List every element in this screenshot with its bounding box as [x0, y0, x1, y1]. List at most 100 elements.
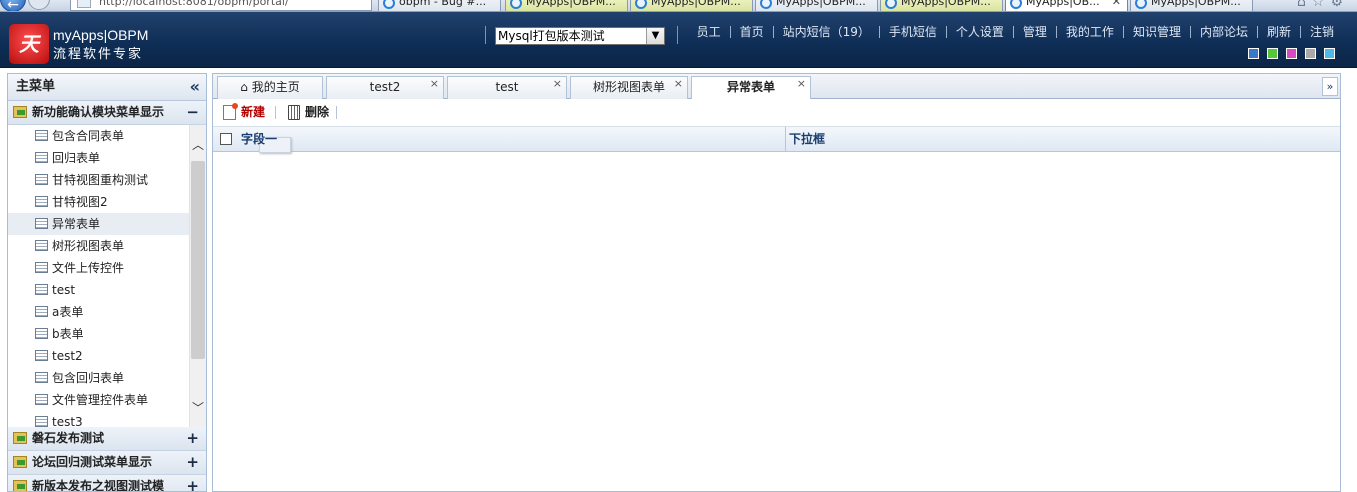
menu-item[interactable]: test2 [8, 345, 206, 367]
address-bar[interactable]: http://localhost:8081/obpm/portal/ [70, 0, 372, 11]
grid-body [213, 152, 1340, 491]
divider [677, 26, 678, 44]
nav-personal-settings[interactable]: 个人设置 [947, 24, 1013, 40]
tab-exception-form[interactable]: 异常表单 × [691, 76, 811, 100]
menu-item-active[interactable]: 异常表单 [8, 213, 206, 235]
close-tab-icon[interactable]: × [797, 77, 806, 94]
browser-tab[interactable]: MyApps|OBPM... [505, 0, 628, 11]
tab-test2[interactable]: test2 × [326, 76, 444, 99]
nav-knowledge[interactable]: 知识管理 [1124, 24, 1190, 40]
menu-item[interactable]: 包含回归表单 [8, 367, 206, 389]
menu-item[interactable]: 树形视图表单 [8, 235, 206, 257]
menu-section-header[interactable]: 新版本发布之视图测试模 + [8, 475, 206, 492]
browser-tab-active[interactable]: MyApps|OB... ✕ [1005, 0, 1128, 11]
scrollbar-thumb[interactable] [191, 161, 205, 359]
brand-slogan: 流程软件专家 [53, 47, 144, 62]
nav-home[interactable]: 首页 [731, 24, 773, 40]
domain-select[interactable]: Mysql打包版本测试 ▼ [495, 27, 665, 45]
column-header-dropdown[interactable]: 下拉框 [789, 127, 825, 151]
nav-forum[interactable]: 内部论坛 [1191, 24, 1257, 40]
tab-tree-view-form[interactable]: 树形视图表单 × [570, 76, 688, 99]
top-navigation: 员工 首页 站内短信（19） 手机短信 个人设置 管理 我的工作 知识管理 内部… [688, 24, 1343, 40]
sidebar: 主菜单 « 新功能确认模块菜单显示 − 包含合同表单 回归表单 甘特视图重构测试… [7, 73, 207, 492]
chevron-up-icon[interactable]: ︿ [190, 137, 206, 154]
menu-item[interactable]: 文件上传控件 [8, 257, 206, 279]
menu-item[interactable]: 包含合同表单 [8, 125, 206, 147]
main-panel: ⌂ 我的主页 test2 × test × 树形视图表单 × 异常表单 × » 新建 删… [212, 73, 1341, 492]
menu-section-header[interactable]: 磐石发布测试 + [8, 427, 206, 451]
home-icon[interactable]: ⌂ [1297, 0, 1312, 10]
expand-icon[interactable]: + [186, 475, 199, 491]
menu-list: 包含合同表单 回归表单 甘特视图重构测试 甘特视图2 异常表单 树形视图表单 文… [8, 125, 206, 427]
divider [485, 26, 486, 44]
collapse-section-icon[interactable]: − [186, 101, 199, 124]
menu-section-title: 论坛回归测试菜单显示 [32, 455, 153, 469]
select-all-checkbox[interactable] [220, 133, 232, 145]
close-tab-icon[interactable]: × [430, 77, 439, 94]
nav-sms[interactable]: 手机短信 [880, 24, 946, 40]
nav-staff[interactable]: 员工 [688, 24, 730, 40]
menu-item[interactable]: b表单 [8, 323, 206, 345]
nav-my-work[interactable]: 我的工作 [1057, 24, 1123, 40]
tab-overflow-icon[interactable]: » [1322, 77, 1338, 96]
address-text: http://localhost:8081/obpm/portal/ [99, 0, 289, 8]
back-arrow-icon[interactable]: ← [0, 0, 26, 11]
ie-icon [383, 0, 395, 9]
skin-swatch[interactable] [1286, 48, 1297, 59]
browser-tab[interactable]: MyApps|OBPM... [1130, 0, 1253, 11]
menu-item[interactable]: 甘特视图重构测试 [8, 169, 206, 191]
skin-switcher [1240, 48, 1335, 59]
skin-swatch[interactable] [1305, 48, 1316, 59]
column-divider[interactable] [785, 127, 786, 152]
collapse-icon[interactable]: « [190, 74, 200, 100]
form-icon [35, 218, 48, 229]
close-tab-icon[interactable]: × [553, 77, 562, 94]
forward-button[interactable] [28, 0, 50, 10]
close-tab-icon[interactable]: ✕ [1112, 0, 1121, 9]
form-icon [35, 350, 48, 361]
skin-swatch[interactable] [1267, 48, 1278, 59]
expand-icon[interactable]: + [186, 427, 199, 450]
chevron-down-icon[interactable]: ▼ [646, 28, 664, 44]
expand-icon[interactable]: + [186, 451, 199, 474]
nav-messages[interactable]: 站内短信（19） [774, 24, 879, 40]
chevron-down-icon[interactable]: ﹀ [190, 400, 206, 417]
form-icon [35, 174, 48, 185]
ie-icon [635, 0, 647, 9]
column-header-field1[interactable]: 字段一 [241, 127, 277, 151]
tab-my-home[interactable]: ⌂ 我的主页 [217, 76, 323, 99]
browser-tab[interactable]: obpm - Bug #... [378, 0, 501, 11]
delete-button[interactable]: 删除 [287, 104, 329, 121]
browser-tab[interactable]: MyApps|OBPM... [630, 0, 753, 11]
menu-item[interactable]: a表单 [8, 301, 206, 323]
ie-icon [760, 0, 772, 9]
gear-icon[interactable]: ⚙ [1330, 0, 1349, 10]
new-button[interactable]: 新建 [223, 103, 265, 121]
tab-test[interactable]: test × [447, 76, 567, 99]
home-icon: ⌂ [240, 80, 252, 94]
nav-logout[interactable]: 注销 [1301, 24, 1343, 40]
ie-icon [510, 0, 522, 9]
grid-header: 字段一 下拉框 [213, 127, 1340, 153]
menu-item[interactable]: 文件管理控件表单 [8, 389, 206, 411]
nav-refresh[interactable]: 刷新 [1258, 24, 1300, 40]
menu-section-header[interactable]: 论坛回归测试菜单显示 + [8, 451, 206, 475]
menu-item[interactable]: test3 [8, 411, 206, 427]
menu-section-header[interactable]: 新功能确认模块菜单显示 − [8, 101, 206, 125]
browser-tab[interactable]: MyApps|OBPM... [755, 0, 878, 11]
skin-swatch[interactable] [1324, 48, 1335, 59]
form-icon [35, 284, 48, 295]
form-icon [35, 416, 48, 427]
menu-section-title: 新版本发布之视图测试模 [32, 479, 165, 492]
menu-scrollbar[interactable]: ︿ ﹀ [189, 125, 206, 427]
browser-tab[interactable]: MyApps|OBPM... [880, 0, 1003, 11]
favorites-star-icon[interactable]: ☆ [1312, 0, 1331, 10]
menu-item[interactable]: 回归表单 [8, 147, 206, 169]
menu-item[interactable]: test [8, 279, 206, 301]
nav-admin[interactable]: 管理 [1014, 24, 1056, 40]
menu-item[interactable]: 甘特视图2 [8, 191, 206, 213]
ie-icon [1010, 0, 1022, 9]
form-icon [35, 152, 48, 163]
close-tab-icon[interactable]: × [674, 77, 683, 94]
skin-swatch[interactable] [1248, 48, 1259, 59]
